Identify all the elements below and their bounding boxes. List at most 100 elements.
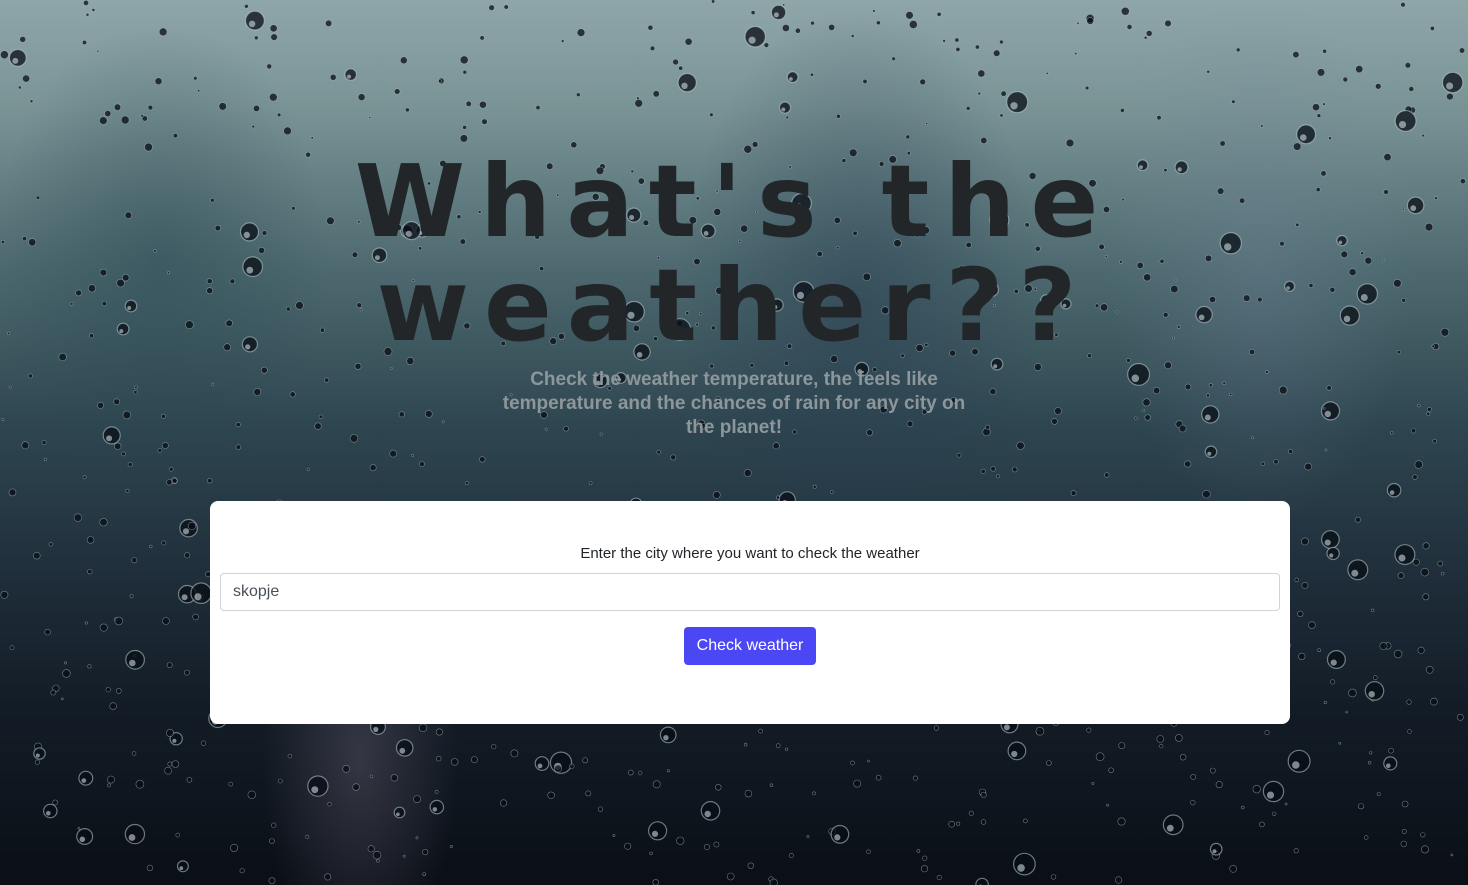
raindrop xyxy=(116,688,122,694)
raindrop xyxy=(1074,52,1078,56)
raindrop xyxy=(810,20,815,26)
raindrop xyxy=(167,761,173,767)
raindrop xyxy=(1422,542,1430,550)
raindrop xyxy=(1108,767,1114,773)
raindrop xyxy=(1437,560,1443,567)
raindrop xyxy=(1023,818,1028,824)
raindrop xyxy=(1013,852,1036,876)
raindrop xyxy=(491,744,497,750)
raindrop xyxy=(1450,853,1454,857)
raindrop xyxy=(1091,782,1095,785)
raindrop xyxy=(1401,829,1407,834)
raindrop xyxy=(451,758,459,766)
raindrop xyxy=(175,832,181,838)
raindrop xyxy=(1219,140,1226,147)
raindrop xyxy=(810,72,814,77)
raindrop xyxy=(1323,700,1327,705)
raindrop xyxy=(121,451,126,457)
raindrop xyxy=(1007,741,1027,761)
raindrop xyxy=(1316,113,1322,118)
raindrop xyxy=(1401,800,1409,808)
raindrop xyxy=(782,24,790,32)
raindrop xyxy=(1394,544,1416,566)
raindrop xyxy=(87,664,92,669)
raindrop xyxy=(329,74,337,81)
raindrop xyxy=(936,11,942,17)
raindrop xyxy=(1104,472,1110,478)
raindrop xyxy=(1425,665,1434,674)
raindrop xyxy=(1164,19,1172,28)
raindrop xyxy=(1159,744,1164,749)
raindrop xyxy=(1400,2,1406,8)
raindrop xyxy=(977,91,981,96)
check-weather-button[interactable]: Check weather xyxy=(684,627,816,665)
raindrop xyxy=(912,775,918,781)
raindrop xyxy=(624,842,632,850)
raindrop xyxy=(769,783,774,787)
raindrop xyxy=(1260,124,1264,128)
raindrop xyxy=(1126,24,1133,30)
raindrop xyxy=(183,669,190,676)
raindrop xyxy=(1011,466,1018,473)
raindrop xyxy=(146,864,153,872)
raindrop xyxy=(1298,652,1306,661)
raindrop xyxy=(980,468,986,474)
raindrop xyxy=(772,442,780,450)
raindrop xyxy=(44,628,51,636)
raindrop xyxy=(758,728,763,734)
raindrop xyxy=(395,739,414,757)
raindrop xyxy=(342,764,351,773)
raindrop xyxy=(968,810,974,816)
raindrop xyxy=(459,55,469,65)
raindrop xyxy=(916,849,921,853)
raindrop xyxy=(1304,462,1312,471)
raindrop xyxy=(369,464,377,472)
raindrop xyxy=(33,747,46,760)
raindrop xyxy=(925,122,929,125)
raindrop xyxy=(836,114,841,119)
raindrop xyxy=(465,100,472,107)
raindrop xyxy=(62,669,71,678)
raindrop xyxy=(166,728,175,737)
raindrop xyxy=(251,124,256,129)
city-input[interactable] xyxy=(220,573,1280,611)
raindrop xyxy=(1294,577,1299,582)
raindrop xyxy=(996,474,1000,479)
raindrop xyxy=(186,776,193,783)
raindrop xyxy=(1388,747,1394,754)
raindrop xyxy=(113,103,122,111)
raindrop xyxy=(743,742,748,747)
raindrop xyxy=(99,518,108,527)
raindrop xyxy=(956,821,961,826)
raindrop xyxy=(105,687,111,693)
raindrop xyxy=(78,770,94,786)
raindrop xyxy=(867,759,870,763)
raindrop xyxy=(479,100,487,109)
raindrop xyxy=(1184,460,1192,468)
raindrop xyxy=(1421,134,1425,138)
raindrop xyxy=(700,800,721,821)
raindrop xyxy=(990,466,996,472)
raindrop xyxy=(743,469,752,477)
raindrop xyxy=(76,827,94,845)
raindrop xyxy=(908,20,918,29)
raindrop xyxy=(109,702,117,710)
raindrop xyxy=(327,802,332,807)
raindrop xyxy=(253,104,261,112)
raindrop xyxy=(107,775,115,784)
raindrop xyxy=(147,104,154,111)
raindrop xyxy=(1308,621,1316,629)
raindrop xyxy=(372,850,382,860)
raindrop xyxy=(1371,608,1375,612)
raindrop xyxy=(778,101,792,114)
raindrop xyxy=(569,763,575,769)
raindrop xyxy=(422,848,429,856)
raindrop xyxy=(1406,699,1412,705)
raindrop xyxy=(597,806,604,812)
raindrop xyxy=(389,449,398,458)
raindrop xyxy=(585,790,592,797)
raindrop xyxy=(41,440,47,445)
raindrop xyxy=(127,462,133,467)
raindrop xyxy=(1273,459,1279,465)
raindrop xyxy=(1328,136,1332,140)
